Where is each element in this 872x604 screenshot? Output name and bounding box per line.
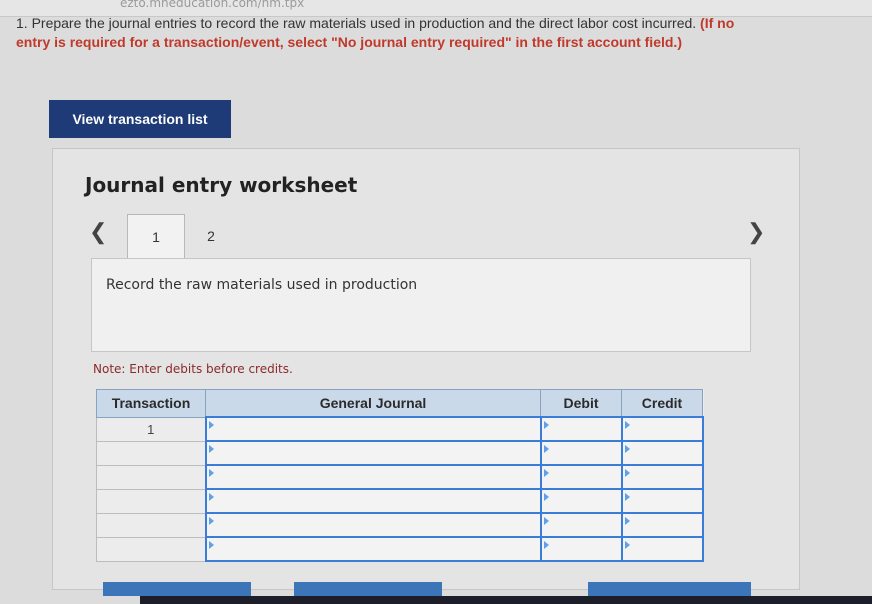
debit-input[interactable] bbox=[539, 488, 623, 514]
tab-1[interactable]: 1 bbox=[127, 214, 185, 259]
instruction-number: 1. bbox=[16, 15, 28, 31]
table-row: 1 bbox=[96, 416, 704, 442]
account-select[interactable] bbox=[204, 488, 542, 514]
worksheet-title: Journal entry worksheet bbox=[85, 173, 358, 197]
credit-input[interactable] bbox=[620, 464, 704, 490]
view-general-journal-button[interactable] bbox=[588, 582, 751, 596]
transaction-description: Record the raw materials used in product… bbox=[106, 277, 418, 293]
debit-input[interactable] bbox=[539, 464, 623, 490]
debit-input[interactable] bbox=[539, 536, 623, 562]
transaction-cell: 1 bbox=[96, 416, 206, 442]
chevron-right-icon[interactable]: ❯ bbox=[747, 219, 765, 245]
credit-input[interactable] bbox=[620, 536, 704, 562]
account-select[interactable] bbox=[204, 536, 542, 562]
header-debit: Debit bbox=[540, 389, 622, 418]
debits-credits-note: Note: Enter debits before credits. bbox=[93, 362, 293, 376]
header-general-journal: General Journal bbox=[205, 389, 541, 418]
table-row bbox=[96, 536, 704, 562]
transaction-cell bbox=[96, 512, 206, 538]
transaction-description-box: Record the raw materials used in product… bbox=[91, 258, 751, 352]
credit-input[interactable] bbox=[620, 440, 704, 466]
debit-input[interactable] bbox=[539, 440, 623, 466]
account-select[interactable] bbox=[204, 512, 542, 538]
transaction-cell bbox=[96, 536, 206, 562]
table-row bbox=[96, 440, 704, 466]
record-entry-button[interactable] bbox=[103, 582, 251, 596]
debit-input[interactable] bbox=[539, 512, 623, 538]
view-transaction-list-button[interactable]: View transaction list bbox=[49, 100, 231, 138]
url-text: ezto.mheducation.com/hm.tpx bbox=[120, 0, 305, 10]
credit-input[interactable] bbox=[620, 416, 704, 442]
transaction-cell bbox=[96, 440, 206, 466]
credit-input[interactable] bbox=[620, 488, 704, 514]
transaction-cell bbox=[96, 488, 206, 514]
header-credit: Credit bbox=[621, 389, 703, 418]
table-row bbox=[96, 464, 704, 490]
account-select[interactable] bbox=[204, 440, 542, 466]
general-journal-table: Transaction General Journal Debit Credit… bbox=[96, 389, 704, 562]
table-row bbox=[96, 512, 704, 538]
table-row bbox=[96, 488, 704, 514]
tab-2[interactable]: 2 bbox=[183, 214, 239, 258]
chevron-left-icon[interactable]: ❮ bbox=[89, 219, 107, 245]
instructions: 1. Prepare the journal entries to record… bbox=[16, 14, 736, 52]
header-transaction: Transaction bbox=[96, 389, 206, 418]
os-taskbar bbox=[140, 596, 872, 604]
account-select[interactable] bbox=[204, 464, 542, 490]
account-select[interactable] bbox=[204, 416, 542, 442]
transaction-cell bbox=[96, 464, 206, 490]
credit-input[interactable] bbox=[620, 512, 704, 538]
journal-entry-worksheet: Journal entry worksheet ❮ 1 2 ❯ Record t… bbox=[52, 148, 800, 590]
instruction-text: Prepare the journal entries to record th… bbox=[31, 15, 697, 31]
clear-entry-button[interactable] bbox=[294, 582, 442, 596]
debit-input[interactable] bbox=[539, 416, 623, 442]
